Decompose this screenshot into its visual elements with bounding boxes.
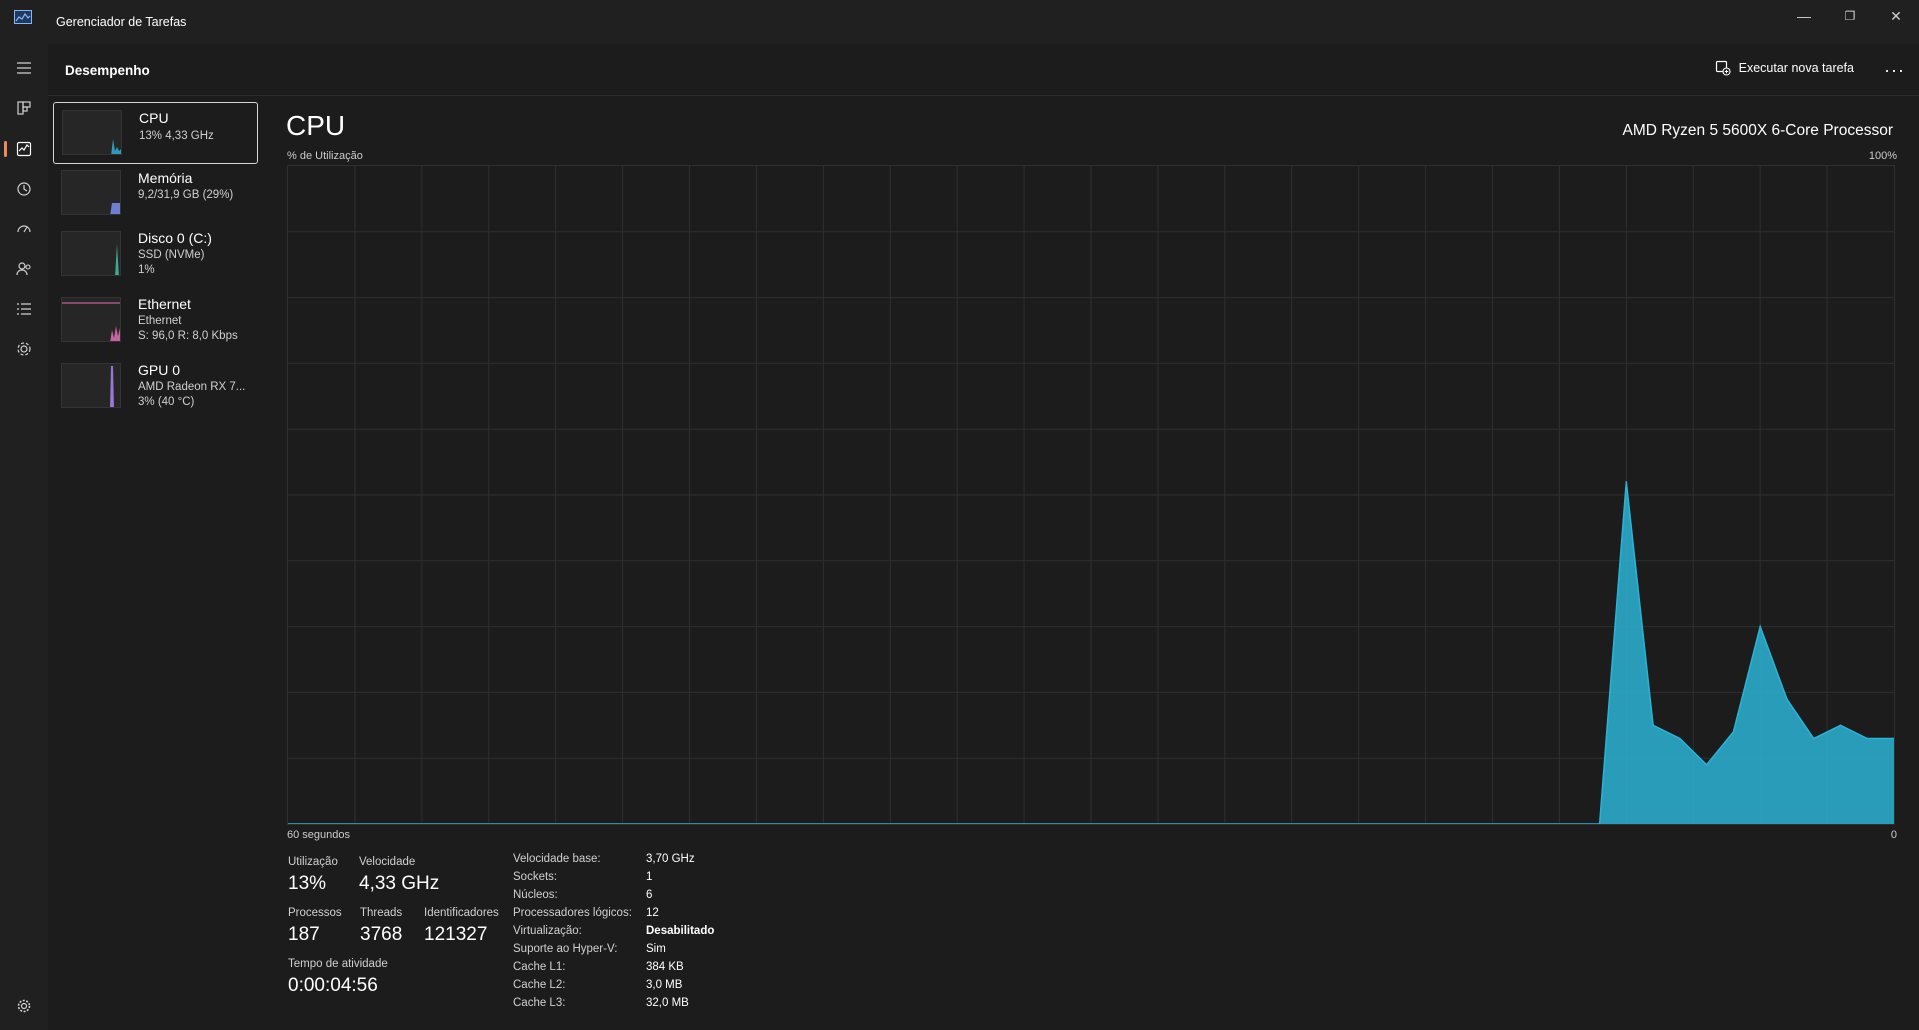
performance-icon[interactable] [12,137,36,161]
handles-value: 121327 [424,924,488,945]
page-title: Desempenho [65,63,150,78]
handles-label: Identificadores [424,907,499,919]
detail-key: Núcleos: [513,889,558,901]
cpu-data-point [1679,737,1681,740]
detail-key: Virtualização: [513,925,582,937]
resource-name: Ethernet [138,296,191,312]
active-nav-indicator [4,141,7,157]
resource-name: GPU 0 [138,362,181,378]
detail-key: Processadores lógicos: [513,907,632,919]
detail-value: Sim [646,943,666,955]
cpu-data-point [1812,737,1815,740]
utilization-label: Utilização [288,856,338,868]
detail-value: 1 [646,871,653,883]
disk-thumbnail-graph [61,231,121,276]
resource-detail: 1% [138,264,155,276]
detail-value: 3,0 MB [646,979,683,991]
speed-label: Velocidade [359,856,416,868]
detail-value: 6 [646,889,653,901]
cpu-chart-svg [287,166,1895,825]
resource-detail: Ethernet [138,315,182,327]
detail-value: 12 [646,907,659,919]
ethernet-thumbnail-graph [61,297,121,342]
threads-label: Threads [360,907,403,919]
cpu-data-point [1839,724,1842,727]
cpu-data-point [1786,698,1788,700]
processes-label: Processos [288,907,342,919]
services-icon[interactable] [12,337,36,361]
resource-item-cpu[interactable]: CPU 13% 4,33 GHz [53,102,258,164]
resource-name: CPU [139,110,169,126]
detail-key: Velocidade base: [513,853,601,865]
y-axis-label: % de Utilização [287,150,363,162]
y-axis-max: 100% [1868,150,1897,162]
x-axis-min: 0 [1890,829,1897,841]
app-title: Gerenciador de Tarefas [56,15,187,29]
detail-value: Desabilitado [646,925,715,937]
resource-detail: AMD Radeon RX 7... [138,381,246,393]
resource-item-disk[interactable]: Disco 0 (C:) SSD (NVMe) 1% [53,226,258,288]
close-button[interactable]: ✕ [1873,0,1919,32]
resource-item-gpu[interactable]: GPU 0 AMD Radeon RX 7... 3% (40 °C) [53,358,258,420]
uptime-value: 0:00:04:56 [288,975,378,996]
details-icon[interactable] [12,297,36,321]
run-new-task-button[interactable]: Executar nova tarefa [1715,60,1854,76]
resource-item-ethernet[interactable]: Ethernet Ethernet S: 96,0 R: 8,0 Kbps [53,292,258,354]
processes-icon[interactable] [12,96,36,120]
cpu-data-point [1759,625,1761,628]
minimize-button[interactable]: — [1781,0,1827,32]
cpu-data-point [1652,724,1654,727]
x-axis-label: 60 segundos [287,829,350,841]
resource-list: CPU 13% 4,33 GHz Memória 9,2/31,9 GB (29… [48,96,270,1030]
resource-name: Disco 0 (C:) [138,230,212,246]
cpu-data-point [1625,481,1628,483]
cpu-data-point [1705,763,1708,766]
resource-detail: S: 96,0 R: 8,0 Kbps [138,330,238,342]
memory-thumbnail-graph [61,170,121,215]
menu-icon[interactable] [12,56,36,80]
detail-key: Cache L3: [513,997,566,1009]
startup-apps-icon[interactable] [12,217,36,241]
speed-value: 4,33 GHz [359,873,440,894]
resource-detail: 9,2/31,9 GB (29%) [138,189,234,201]
detail-key: Sockets: [513,871,558,883]
cpu-data-point [1732,731,1735,733]
resource-detail: 13% 4,33 GHz [139,130,214,142]
app-history-icon[interactable] [12,177,36,201]
title-bar: Gerenciador de Tarefas — ❐ ✕ [0,0,1919,44]
utilization-value: 13% [288,873,327,894]
gear-icon[interactable] [12,994,36,1018]
threads-value: 3768 [360,924,403,945]
page-header: Desempenho Executar nova tarefa ··· [48,44,1919,96]
resource-item-memory[interactable]: Memória 9,2/31,9 GB (29%) [53,165,258,227]
resource-title: CPU [286,110,346,141]
detail-key: Cache L2: [513,979,566,991]
resource-name: Memória [138,170,193,186]
task-manager-app-icon [14,10,32,24]
processes-value: 187 [288,924,320,945]
cpu-thumbnail-graph [62,110,122,155]
run-task-label: Executar nova tarefa [1738,61,1854,75]
run-task-icon [1715,60,1731,76]
detail-value: 384 KB [646,961,684,973]
detail-value: 32,0 MB [646,997,689,1009]
cpu-data-point [1866,737,1869,740]
detail-key: Cache L1: [513,961,566,973]
resource-detail: SSD (NVMe) [138,249,205,261]
users-icon[interactable] [12,257,36,281]
gpu-thumbnail-graph [61,363,121,408]
resource-detail: 3% (40 °C) [138,396,195,408]
navigation-rail [0,44,48,1030]
cpu-model-name: AMD Ryzen 5 5600X 6-Core Processor [1622,122,1893,139]
detail-value: 3,70 GHz [646,853,695,865]
cpu-utilization-graph [287,165,1895,825]
detail-key: Suporte ao Hyper-V: [513,943,618,955]
restore-button[interactable]: ❐ [1827,0,1873,32]
more-options-button[interactable]: ··· [1884,60,1905,81]
uptime-label: Tempo de atividade [288,958,388,970]
